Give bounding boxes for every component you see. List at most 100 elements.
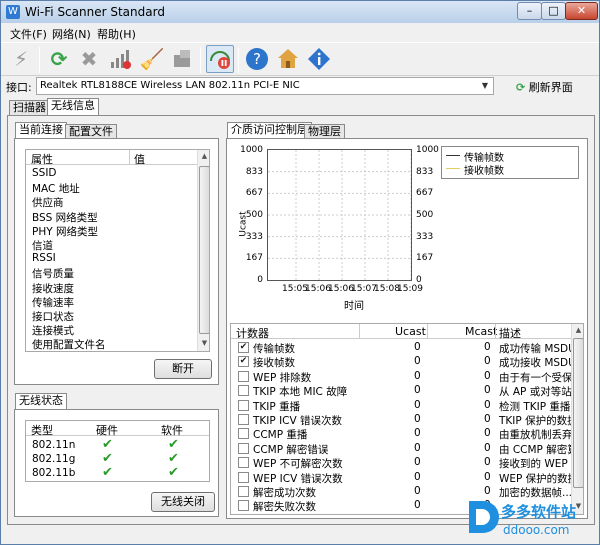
interface-value: Realtek RTL8188CE Wireless LAN 802.11n P… bbox=[40, 80, 300, 91]
status-type: 802.11g bbox=[32, 453, 76, 465]
property-row[interactable]: 信号质量 bbox=[32, 266, 74, 281]
counter-checkbox[interactable] bbox=[238, 471, 249, 483]
watermark-brand: 多多软件站 bbox=[501, 503, 577, 521]
watermark-logo: 多多软件站 ddooo.com bbox=[461, 497, 600, 541]
counter-name: 解密成功次数 bbox=[253, 487, 316, 499]
counter-checkbox[interactable] bbox=[238, 486, 249, 497]
counters-scrollbar[interactable]: ▲ ▼ bbox=[571, 324, 583, 514]
hardware-check-icon: ✔ bbox=[102, 437, 113, 452]
connection-panel: 属性 值 SSID MAC 地址 供应商 BSS 网络类型 PHY 网络类型 信道 RSSI… bbox=[14, 138, 219, 385]
y-axis-label: Ucast bbox=[238, 211, 249, 237]
counter-ucast: 0 bbox=[414, 485, 421, 497]
counter-checkbox[interactable] bbox=[238, 500, 249, 512]
counter-ucast: 0 bbox=[414, 427, 421, 440]
status-panel: 类型 硬件 软件 802.11n ✔ ✔ 802.11g ✔ ✔ 802.11b ✔ ✔ 无线关… bbox=[14, 409, 219, 517]
counter-name: TKIP 重播 bbox=[253, 400, 301, 413]
property-row[interactable]: 接收速度 bbox=[32, 281, 74, 296]
header-hardware: 硬件 bbox=[96, 424, 118, 437]
scroll-thumb[interactable] bbox=[199, 166, 209, 334]
property-row[interactable]: BSS 网络类型 bbox=[32, 210, 98, 225]
tab-wireless-info[interactable]: 无线信息 bbox=[47, 98, 99, 115]
header-property: 属性 bbox=[31, 153, 53, 166]
radio-off-button[interactable]: 无线关闭 bbox=[151, 492, 215, 512]
properties-header: 属性 值 bbox=[26, 150, 198, 166]
home-icon[interactable] bbox=[274, 45, 302, 73]
mac-panel: 1000 833 667 500 333 167 0 1000 833 667 500 333 167… bbox=[226, 138, 588, 519]
pause-icon[interactable] bbox=[206, 45, 234, 73]
scroll-down-icon[interactable]: ▼ bbox=[199, 338, 209, 349]
about-icon[interactable] bbox=[305, 45, 333, 73]
property-row[interactable]: 信道 bbox=[32, 238, 53, 253]
counter-ucast: 0 bbox=[414, 456, 421, 469]
counter-checkbox[interactable] bbox=[238, 457, 249, 469]
signal-icon[interactable] bbox=[107, 45, 135, 73]
tab-mac-layer[interactable]: 介质访问控制层 bbox=[227, 122, 312, 139]
menu-file[interactable]: 文件(F) bbox=[10, 26, 47, 42]
y-tick-label-right: 1000 bbox=[416, 145, 439, 155]
interface-row: 接口: Realtek RTL8188CE Wireless LAN 802.1… bbox=[1, 76, 599, 98]
title-bar: W Wi-Fi Scanner Standard – □ ✕ bbox=[1, 1, 599, 23]
counter-checkbox[interactable] bbox=[238, 442, 249, 454]
counter-checkbox[interactable]: ✔ bbox=[238, 356, 249, 368]
counter-name: WEP 不可解密次数 bbox=[253, 458, 343, 471]
property-row[interactable]: 使用配置文件名 bbox=[32, 337, 106, 351]
scroll-thumb[interactable] bbox=[573, 338, 583, 488]
watermark-url: ddooo.com bbox=[503, 523, 570, 537]
counter-name: TKIP ICV 错误次数 bbox=[253, 415, 343, 427]
counter-mcast: 0 bbox=[484, 441, 491, 454]
refresh-icon[interactable]: ⟳ bbox=[45, 45, 73, 73]
property-row[interactable]: 接口状态 bbox=[32, 309, 74, 324]
header-counter: 计数器 bbox=[236, 327, 269, 340]
menu-help[interactable]: 帮助(H) bbox=[97, 26, 136, 42]
counter-mcast: 0 bbox=[484, 384, 491, 397]
help-icon[interactable]: ? bbox=[243, 45, 271, 73]
header-software: 软件 bbox=[161, 424, 183, 437]
counter-ucast: 0 bbox=[414, 369, 421, 382]
tab-current-connection[interactable]: 当前连接 bbox=[15, 122, 67, 139]
property-row[interactable]: SSID bbox=[32, 167, 57, 179]
status-type: 802.11n bbox=[32, 439, 76, 451]
menu-network[interactable]: 网络(N) bbox=[52, 26, 91, 42]
y-tick-label-right: 167 bbox=[416, 253, 434, 264]
counter-checkbox[interactable] bbox=[238, 399, 249, 411]
export-icon[interactable] bbox=[168, 45, 196, 73]
counter-desc: 由于有一个受保... bbox=[499, 371, 583, 384]
header-type: 类型 bbox=[31, 424, 53, 437]
properties-scrollbar[interactable]: ▲ ▼ bbox=[197, 150, 209, 351]
interface-label: 接口: bbox=[6, 81, 32, 94]
header-desc: 描述 bbox=[499, 327, 521, 340]
property-row[interactable]: RSSI bbox=[32, 252, 56, 264]
refresh-interface-button[interactable]: ⟳ 刷新界面 bbox=[516, 79, 573, 95]
counter-name: 接收帧数 bbox=[253, 357, 295, 370]
scroll-up-icon[interactable]: ▲ bbox=[199, 151, 209, 162]
broom-icon[interactable]: 🧹 bbox=[138, 45, 166, 73]
counter-mcast: 0 bbox=[484, 427, 491, 440]
counter-name: 传输帧数 bbox=[253, 343, 295, 355]
counter-ucast: 0 bbox=[414, 470, 421, 483]
chart-plot-area bbox=[267, 149, 412, 281]
y-tick-label: 667 bbox=[245, 188, 263, 199]
counter-checkbox[interactable] bbox=[238, 370, 249, 382]
frames-chart bbox=[268, 150, 412, 280]
counter-checkbox[interactable] bbox=[238, 385, 249, 397]
maximize-button[interactable]: □ bbox=[541, 2, 566, 20]
property-row[interactable]: PHY 网络类型 bbox=[32, 224, 98, 239]
property-row[interactable]: MAC 地址 bbox=[32, 181, 80, 196]
interface-select[interactable]: Realtek RTL8188CE Wireless LAN 802.11n P… bbox=[36, 77, 494, 95]
counter-checkbox[interactable] bbox=[238, 428, 249, 440]
disconnect-button[interactable]: 断开 bbox=[154, 359, 212, 379]
property-row[interactable]: 连接模式 bbox=[32, 323, 74, 338]
property-row[interactable]: 传输速率 bbox=[32, 295, 74, 310]
counter-ucast: 0 bbox=[414, 441, 421, 454]
counter-checkbox[interactable]: ✔ bbox=[238, 342, 249, 353]
y-tick-label: 833 bbox=[245, 166, 263, 177]
property-row[interactable]: 供应商 bbox=[32, 195, 64, 210]
counter-ucast: 0 bbox=[414, 355, 421, 368]
close-button[interactable]: ✕ bbox=[565, 2, 598, 20]
lightning-icon[interactable]: ⚡ bbox=[7, 45, 35, 73]
counter-checkbox[interactable] bbox=[238, 414, 249, 425]
scroll-up-icon[interactable]: ▲ bbox=[573, 325, 583, 336]
tab-scanner[interactable]: 扫描器 bbox=[9, 100, 50, 116]
stop-icon[interactable]: ✖ bbox=[75, 45, 103, 73]
minimize-button[interactable]: – bbox=[517, 2, 542, 20]
